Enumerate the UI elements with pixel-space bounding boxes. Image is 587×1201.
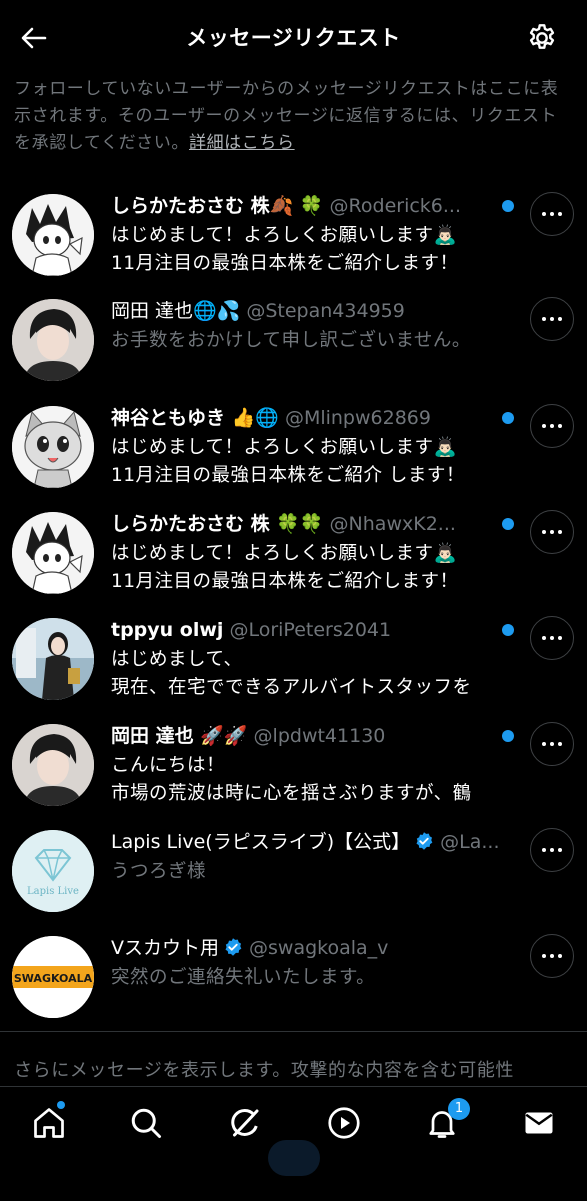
avatar[interactable] — [12, 406, 94, 488]
mail-icon — [525, 1112, 553, 1134]
lapis-logo-text: Lapis Live — [27, 886, 79, 897]
sender-line: 岡田 達也🌐💦 @Stepan434959 — [111, 297, 501, 325]
sender-line: 岡田 達也 🚀🚀 @lpdwt41130 — [111, 722, 501, 750]
sender-line: しらかたおさむ 株 🍀🍀 @NhawxK2... — [111, 510, 501, 538]
sender-line: 神谷ともゆき 👍🌐 @Mlinpw62869 — [111, 404, 501, 432]
message-line-1: こんにちは！ — [111, 755, 226, 776]
avatar[interactable]: SWAGKOALA — [12, 936, 94, 1018]
settings-button[interactable] — [526, 22, 558, 54]
message-line-2: 市場の荒波は時に心を揺さぶりますが、鶴 — [111, 783, 472, 804]
unread-dot — [502, 624, 514, 636]
sender-name: 岡田 達也 🚀🚀 — [111, 725, 248, 747]
more-options-button[interactable] — [530, 297, 574, 341]
sender-handle: @LoriPeters2041 — [229, 619, 392, 641]
grok-icon — [231, 1108, 259, 1137]
more-options-button[interactable] — [530, 722, 574, 766]
tab-video[interactable] — [326, 1105, 362, 1141]
tab-home[interactable] — [31, 1105, 67, 1141]
woman-photo-avatar — [12, 618, 94, 700]
cartoon-cat-avatar — [12, 406, 94, 488]
message-line-2: 11月注目の最強日本株をご紹介します！ — [111, 571, 459, 592]
sender-line: Vスカウト用 @swagkoala_v — [111, 934, 501, 962]
intro-text: フォローしていないユーザーからのメッセージリクエストはここに表示されます。そのユ… — [14, 76, 574, 157]
sender-name: Vスカウト用 — [111, 937, 219, 959]
message-line-1: はじめまして！よろしくお願いします🙇🏻‍♂️ — [111, 543, 457, 564]
lapis-live-logo: Lapis Live — [12, 830, 94, 912]
avatar[interactable] — [12, 724, 94, 806]
notification-badge: 1 — [448, 1098, 470, 1120]
sender-handle: @swagkoala_v — [249, 937, 389, 959]
avatar[interactable] — [12, 194, 94, 276]
more-options-button[interactable] — [530, 192, 574, 236]
dark-haired-man-avatar — [12, 724, 94, 806]
sender-handle: @Stepan434959 — [246, 300, 405, 322]
swagkoala-logo: SWAGKOALA — [12, 936, 94, 1018]
sender-handle: @NhawxK2... — [329, 513, 456, 535]
swag-logo-text: SWAGKOALA — [14, 972, 93, 985]
sender-line: Lapis Live(ラピスライブ)【公式】 @La... — [111, 828, 501, 856]
sender-handle: @Mlinpw62869 — [284, 407, 431, 429]
message-line-2: 現在、在宅でできるアルバイトスタッフを — [111, 677, 472, 698]
unread-dot — [502, 412, 514, 424]
message-line-1: はじめまして！よろしくお願いします🙇🏻‍♂️ — [111, 225, 457, 246]
tab-grok[interactable] — [227, 1105, 263, 1141]
sender-handle: @lpdwt41130 — [253, 725, 386, 747]
verified-badge-icon — [225, 938, 242, 956]
avatar[interactable]: Lapis Live — [12, 830, 94, 912]
message-line-1: うつろぎ様 — [111, 861, 207, 882]
unread-dot — [502, 730, 514, 742]
search-icon — [131, 1108, 161, 1138]
more-options-button[interactable] — [530, 616, 574, 660]
message-line-1: はじめまして、 — [111, 649, 243, 670]
show-more-messages[interactable]: さらにメッセージを表示します。攻撃的な内容を含む可能性 — [14, 1056, 584, 1082]
unread-dot — [502, 518, 514, 530]
learn-more-link[interactable]: 詳細はこちら — [189, 133, 295, 153]
gear-icon — [529, 24, 555, 49]
more-options-button[interactable] — [530, 934, 574, 978]
avatar[interactable] — [12, 618, 94, 700]
sender-name: Lapis Live(ラピスライブ)【公式】 — [111, 831, 411, 853]
sender-name: しらかたおさむ 株 🍀🍀 — [111, 513, 324, 535]
tab-messages[interactable] — [521, 1105, 557, 1141]
sender-name: 岡田 達也🌐💦 — [111, 300, 241, 322]
verified-badge-icon — [416, 832, 433, 850]
avatar[interactable] — [12, 299, 94, 381]
message-line-1: お手数をおかけして申し訳ございません。 — [111, 330, 471, 351]
sender-handle: @Roderick6... — [329, 195, 462, 217]
more-options-button[interactable] — [530, 404, 574, 448]
home-icon — [34, 1108, 64, 1138]
sender-name: tppyu olwj — [111, 619, 224, 641]
sender-handle: @La... — [440, 831, 500, 853]
message-line-2: 11月注目の最強日本株をご紹介 します！ — [111, 465, 465, 486]
message-line-1: はじめまして！よろしくお願いします🙇🏻‍♂️ — [111, 437, 457, 458]
sender-name: 神谷ともゆき 👍🌐 — [111, 407, 279, 429]
sender-line: tppyu olwj @LoriPeters2041 — [111, 616, 501, 644]
more-options-button[interactable] — [530, 828, 574, 872]
anime-cat-boy-avatar — [12, 512, 94, 594]
top-bar: メッセージリクエスト — [0, 0, 587, 70]
tab-search[interactable] — [128, 1105, 164, 1141]
avatar[interactable] — [12, 512, 94, 594]
message-line-2: 11月注目の最強日本株をご紹介します！ — [111, 253, 459, 274]
more-options-button[interactable] — [530, 510, 574, 554]
unread-dot — [502, 200, 514, 212]
play-icon — [328, 1107, 360, 1139]
dark-haired-man-avatar — [12, 299, 94, 381]
sender-name: しらかたおさむ 株🍂 🍀 — [111, 195, 324, 217]
message-line-1: 突然のご連絡失礼いたします。 — [111, 967, 376, 988]
anime-cat-boy-avatar — [12, 194, 94, 276]
sender-line: しらかたおさむ 株🍂 🍀 @Roderick6... — [111, 192, 501, 220]
compose-fab-shadow — [268, 1140, 320, 1176]
home-unread-dot — [57, 1101, 65, 1109]
divider — [0, 1031, 587, 1032]
page-title: メッセージリクエスト — [186, 26, 401, 50]
